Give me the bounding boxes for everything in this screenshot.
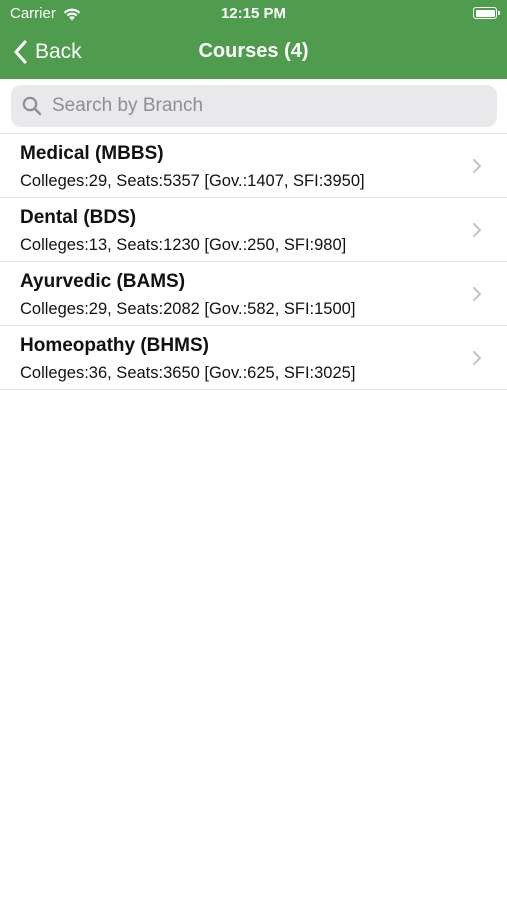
course-name: Dental (BDS) — [20, 207, 137, 228]
search-bar — [0, 79, 507, 132]
page-title: Courses (4) — [198, 40, 309, 62]
course-row-medical[interactable]: Medical (MBBS) Colleges:29, Seats:5357 [… — [0, 134, 507, 198]
navigation-bar: Carrier 12:15 PM Back Courses (4) — [0, 0, 507, 79]
status-time: 12:15 PM — [220, 5, 287, 22]
course-name: Medical (MBBS) — [20, 143, 164, 164]
search-field-container[interactable] — [11, 85, 497, 127]
search-icon — [22, 96, 42, 116]
course-row-dental[interactable]: Dental (BDS) Colleges:13, Seats:1230 [Go… — [0, 198, 507, 262]
course-row-ayurvedic[interactable]: Ayurvedic (BAMS) Colleges:29, Seats:2082… — [0, 262, 507, 326]
course-detail: Colleges:29, Seats:5357 [Gov.:1407, SFI:… — [20, 172, 365, 190]
chevron-right-icon — [473, 287, 481, 301]
course-detail: Colleges:13, Seats:1230 [Gov.:250, SFI:9… — [20, 236, 347, 254]
course-name: Homeopathy (BHMS) — [20, 335, 209, 356]
course-name: Ayurvedic (BAMS) — [20, 271, 186, 292]
battery-icon — [473, 7, 500, 19]
status-bar: Carrier 12:15 PM — [0, 0, 507, 28]
courses-list: Medical (MBBS) Colleges:29, Seats:5357 [… — [0, 133, 507, 390]
course-detail: Colleges:36, Seats:3650 [Gov.:625, SFI:3… — [20, 364, 356, 382]
app-screen: Carrier 12:15 PM Back Courses (4) Search… — [0, 0, 507, 900]
chevron-right-icon — [473, 159, 481, 173]
course-row-homeopathy[interactable]: Homeopathy (BHMS) Colleges:36, Seats:365… — [0, 326, 507, 390]
chevron-right-icon — [473, 223, 481, 237]
course-detail: Colleges:29, Seats:2082 [Gov.:582, SFI:1… — [20, 300, 356, 318]
chevron-right-icon — [473, 351, 481, 365]
search-input[interactable] — [50, 94, 474, 118]
